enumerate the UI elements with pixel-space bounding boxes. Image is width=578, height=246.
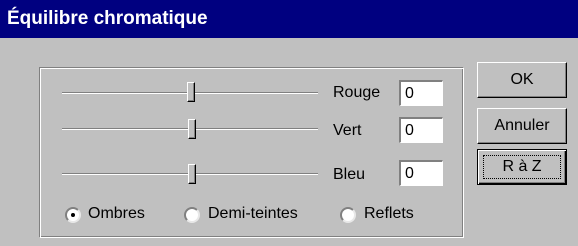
blue-value-field[interactable]: 0: [399, 160, 443, 186]
green-slider-thumb[interactable]: [188, 119, 196, 139]
highlights-label[interactable]: Reflets: [364, 205, 414, 223]
red-label: Rouge: [333, 84, 381, 101]
blue-slider-thumb[interactable]: [188, 164, 196, 184]
shadows-radio[interactable]: [65, 207, 81, 223]
ok-button[interactable]: OK: [477, 62, 567, 98]
cancel-button[interactable]: Annuler: [477, 108, 567, 144]
green-label: Vert: [333, 122, 362, 139]
red-slider-thumb[interactable]: [187, 82, 195, 102]
red-value-field[interactable]: 0: [399, 80, 443, 106]
dialog-title: Équilibre chromatique: [0, 0, 578, 38]
green-value-field[interactable]: 0: [399, 117, 443, 143]
color-balance-dialog: Équilibre chromatique Rouge 0 Vert 0 Ble…: [0, 0, 578, 246]
shadows-label[interactable]: Ombres: [88, 205, 145, 223]
reset-button-label: R à Z: [483, 155, 561, 179]
reset-button[interactable]: R à Z: [477, 149, 567, 185]
highlights-radio[interactable]: [340, 207, 356, 223]
blue-label: Bleu: [333, 166, 366, 183]
midtones-label[interactable]: Demi-teintes: [208, 205, 298, 223]
midtones-radio[interactable]: [184, 207, 200, 223]
